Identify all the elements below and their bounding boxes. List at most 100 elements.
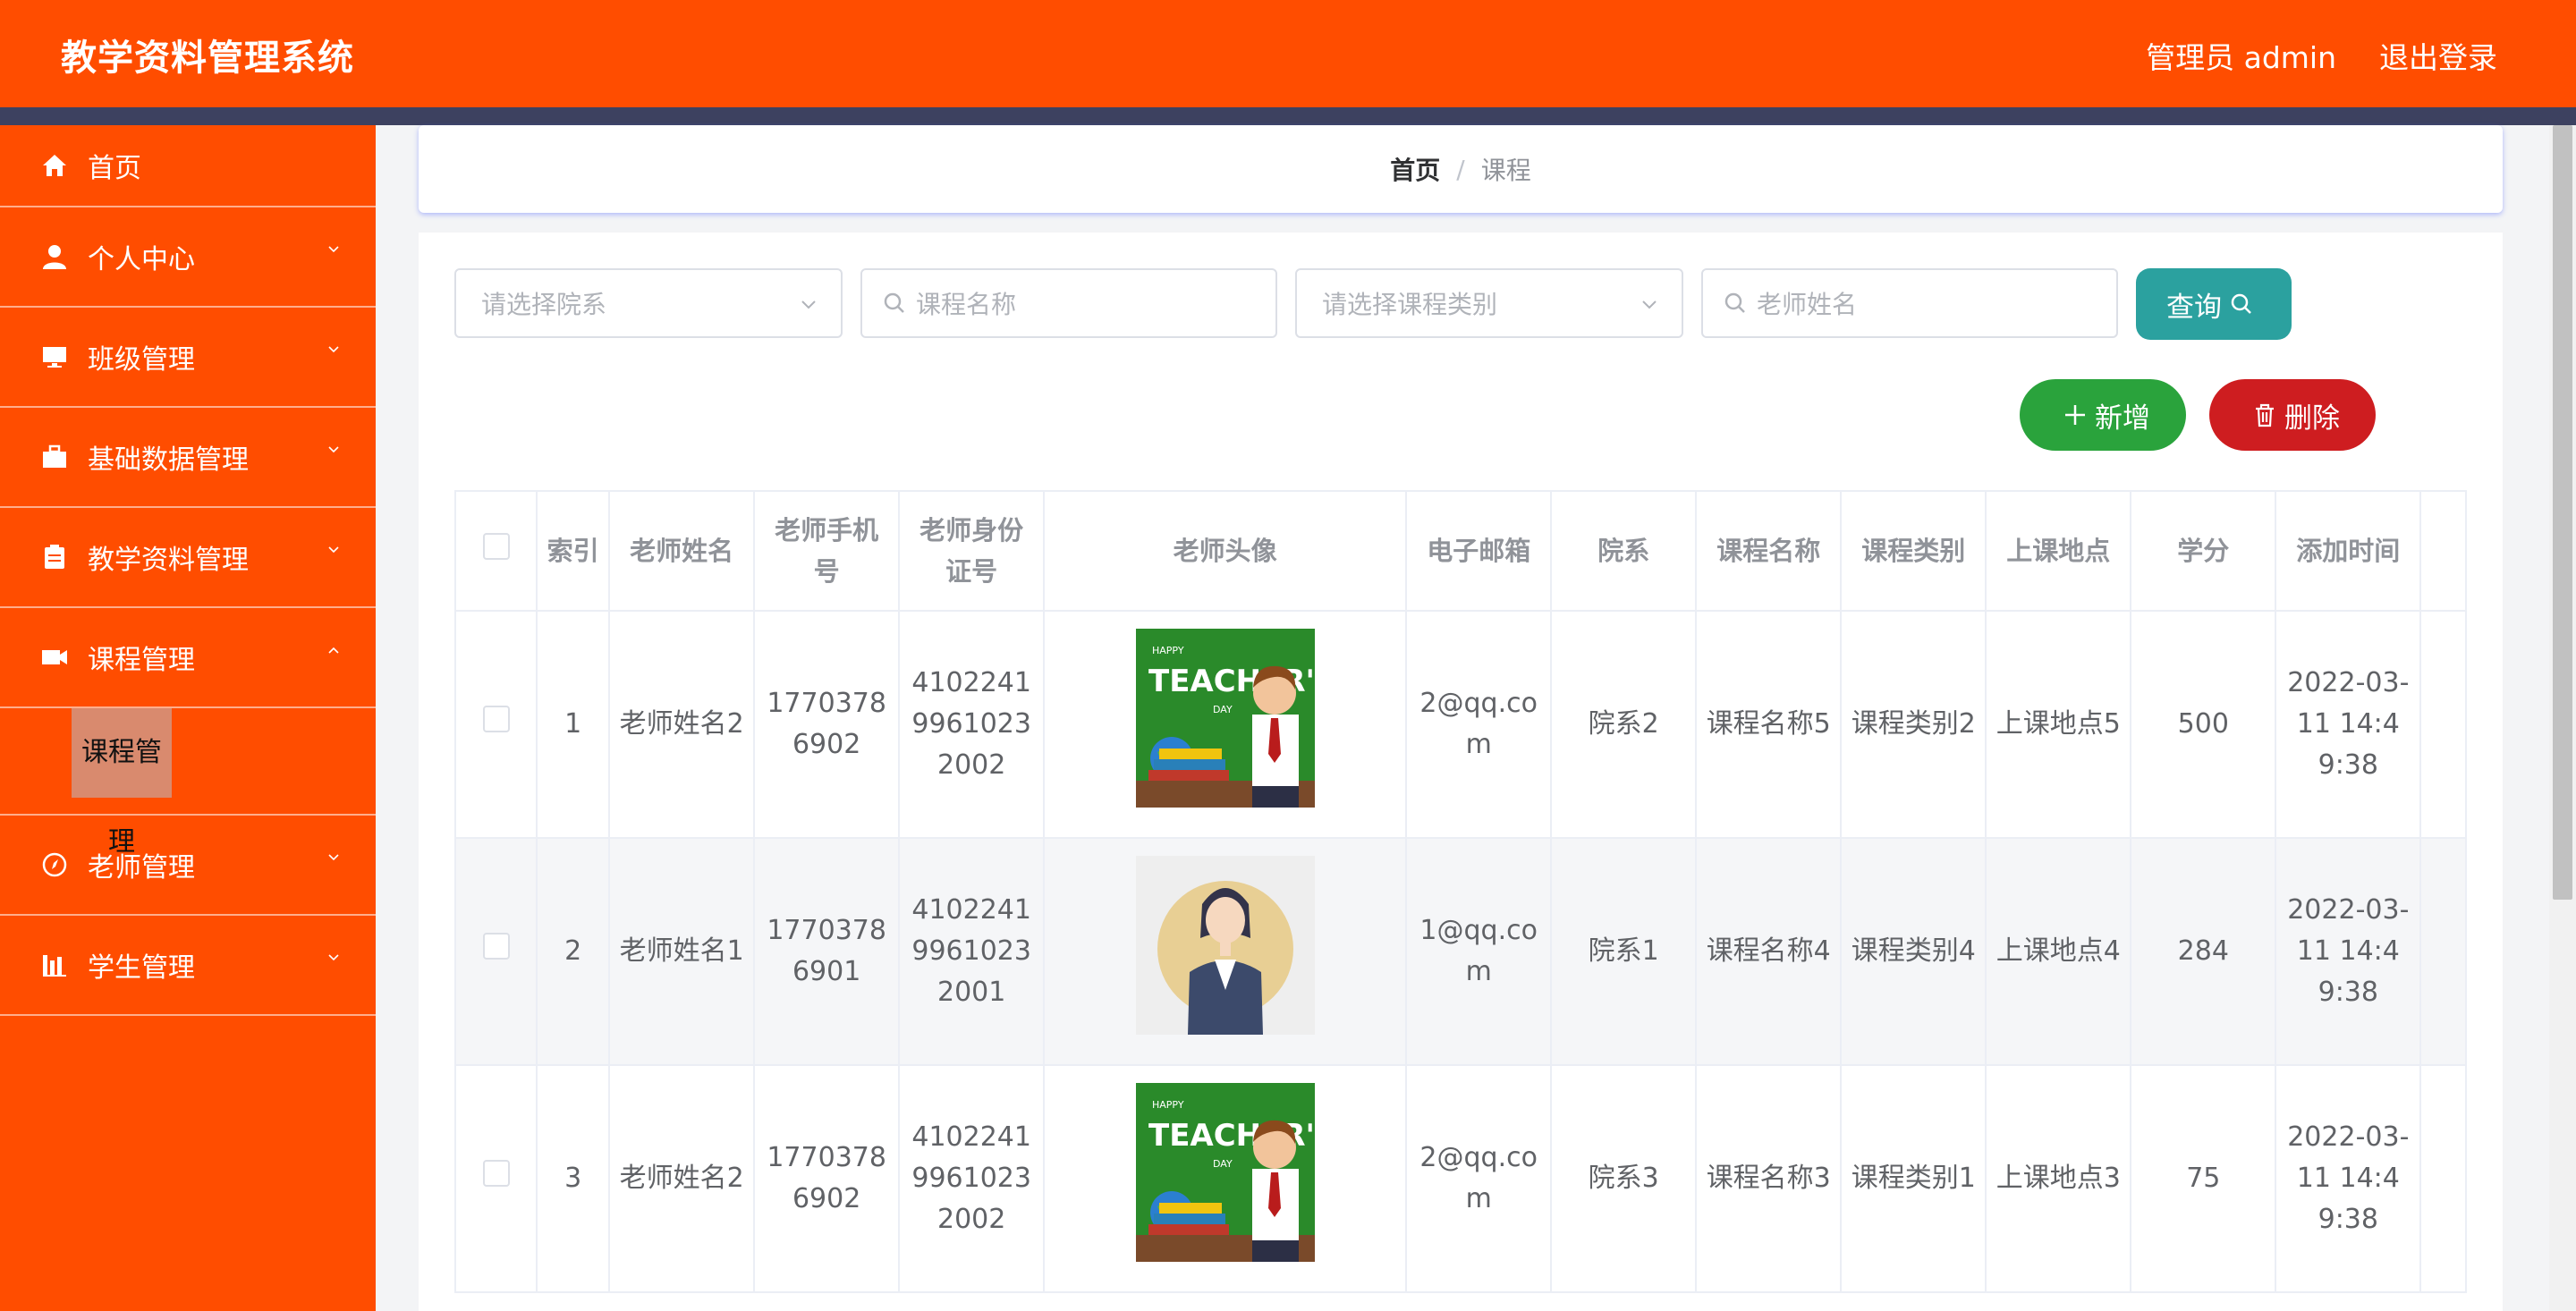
course-credit: 500	[2130, 610, 2277, 839]
teacher-name: 老师姓名2	[608, 610, 756, 839]
row-index: 3	[536, 1064, 611, 1293]
course-type: 课程类别1	[1840, 1064, 1987, 1293]
row-actions-cell	[2419, 610, 2467, 839]
sidebar-item-basic-data[interactable]: 基础数据管理	[0, 408, 376, 508]
sidebar-item-label: 个人中心	[88, 244, 195, 275]
chevron-down-icon	[328, 854, 339, 861]
teacher-name: 老师姓名2	[608, 1064, 756, 1293]
chevron-down-icon	[328, 954, 339, 961]
query-button-label: 查询	[2166, 291, 2222, 324]
breadcrumb-home[interactable]: 首页	[1390, 151, 1440, 187]
course-type-select[interactable]: 请选择课程类别	[1295, 268, 1683, 338]
added-time: 2022-03-11 14:49:38	[2275, 1064, 2422, 1293]
scrollbar-thumb[interactable]	[2553, 125, 2572, 900]
search-icon	[2231, 293, 2251, 314]
sidebar-item-label: 首页	[88, 153, 141, 184]
row-select-cell	[453, 837, 538, 1066]
teachers-day-avatar-image[interactable]: HAPPY TEACHER'S DAY	[1135, 1083, 1315, 1262]
delete-button-label: 删除	[2284, 402, 2340, 435]
department-select[interactable]: 请选择院系	[454, 268, 843, 338]
teacher-avatar-cell: HAPPY TEACHER'S DAY	[1043, 610, 1408, 839]
sidebar-item-class[interactable]: 班级管理	[0, 308, 376, 408]
table-row[interactable]: 1 老师姓名2 17703786902 410224199610232002 H…	[453, 610, 2467, 839]
sidebar-item-label: 基础数据管理	[88, 444, 249, 476]
teachers-day-avatar-image[interactable]: HAPPY TEACHER'S DAY	[1135, 629, 1315, 808]
chevron-down-icon	[328, 346, 339, 353]
delete-button[interactable]: 删除	[2209, 379, 2376, 451]
row-select-cell	[453, 610, 538, 839]
row-checkbox[interactable]	[482, 706, 510, 732]
teacher-email: 2@qq.com	[1405, 1064, 1553, 1293]
row-index: 1	[536, 610, 611, 839]
avatar-day-text: DAY	[1213, 704, 1233, 715]
column-header-actions	[2419, 490, 2467, 612]
table-row[interactable]: 2 老师姓名1 17703786901 410224199610232001 1…	[453, 837, 2467, 1066]
row-select-cell	[453, 1064, 538, 1293]
chevron-down-icon	[328, 446, 339, 453]
breadcrumb: 首页 / 课程	[419, 125, 2503, 213]
course-type: 课程类别4	[1840, 837, 1987, 1066]
sidebar-item-label: 学生管理	[88, 952, 195, 984]
sidebar-item-teaching-materials[interactable]: 教学资料管理	[0, 508, 376, 608]
course-location: 上课地点4	[1985, 837, 2132, 1066]
row-checkbox[interactable]	[482, 1160, 510, 1187]
breadcrumb-current: 课程	[1480, 156, 1531, 185]
chevron-down-icon	[801, 300, 816, 309]
submenu-item-course-management[interactable]: 课程管理	[72, 708, 172, 858]
briefcase-icon	[41, 444, 68, 470]
search-icon	[884, 292, 904, 313]
column-header: 电子邮箱	[1405, 490, 1553, 612]
course-type-select-placeholder: 请选择课程类别	[1322, 290, 1498, 319]
teacher-name-input[interactable]: 老师姓名	[1701, 268, 2118, 338]
chevron-down-icon	[328, 546, 339, 554]
teacher-name: 老师姓名1	[608, 837, 756, 1066]
sidebar-item-label: 课程管理	[88, 645, 195, 676]
sidebar-item-profile[interactable]: 个人中心	[0, 207, 376, 308]
row-checkbox[interactable]	[482, 933, 510, 960]
column-header: 老师手机号	[753, 490, 901, 612]
teacher-avatar-cell	[1043, 837, 1408, 1066]
home-icon	[41, 152, 68, 179]
course-submenu: 课程管理	[0, 708, 376, 858]
sidebar-item-teacher[interactable]: 老师管理	[0, 816, 376, 916]
teacher-avatar-cell: HAPPY TEACHER'S DAY	[1043, 1064, 1408, 1293]
course-name-placeholder: 课程名称	[916, 290, 1017, 319]
column-header: 上课地点	[1985, 490, 2132, 612]
add-button-label: 新增	[2095, 402, 2150, 435]
female-teacher-avatar-image[interactable]	[1135, 856, 1315, 1035]
chart-icon	[41, 952, 68, 978]
teacher-name-placeholder: 老师姓名	[1757, 290, 1858, 319]
clipboard-icon	[41, 544, 68, 571]
column-header: 添加时间	[2275, 490, 2422, 612]
added-time: 2022-03-11 14:49:38	[2275, 837, 2422, 1066]
add-button[interactable]: 新增	[2020, 379, 2186, 451]
sidebar-item-label: 班级管理	[88, 344, 195, 376]
course-credit: 284	[2130, 837, 2277, 1066]
teacher-id-card: 410224199610232002	[898, 610, 1046, 839]
row-index: 2	[536, 837, 611, 1066]
camera-icon	[41, 644, 68, 671]
sidebar-item-label: 老师管理	[88, 852, 195, 884]
table-row[interactable]: 3 老师姓名2 17703786902 410224199610232002 H…	[453, 1064, 2467, 1293]
logout-link[interactable]: 退出登录	[2379, 34, 2497, 77]
course-name-input[interactable]: 课程名称	[860, 268, 1277, 338]
teacher-id-card: 410224199610232001	[898, 837, 1046, 1066]
current-user-label[interactable]: 管理员 admin	[2146, 34, 2336, 77]
query-button[interactable]: 查询	[2136, 268, 2292, 340]
user-icon	[41, 243, 68, 270]
vertical-scrollbar[interactable]	[2549, 125, 2576, 1311]
column-header: 院系	[1550, 490, 1698, 612]
sidebar-item-student[interactable]: 学生管理	[0, 916, 376, 1016]
course-name: 课程名称4	[1695, 837, 1843, 1066]
course-table: 索引 老师姓名 老师手机号 老师身份证号 老师头像 电子邮箱 院系 课程名称 课…	[453, 490, 2467, 1293]
chevron-down-icon	[1642, 300, 1657, 309]
sidebar-item-course[interactable]: 课程管理	[0, 608, 376, 708]
course-location: 上课地点3	[1985, 1064, 2132, 1293]
column-header: 老师头像	[1043, 490, 1408, 612]
column-header: 索引	[536, 490, 611, 612]
teacher-email: 2@qq.com	[1405, 610, 1553, 839]
course-name: 课程名称3	[1695, 1064, 1843, 1293]
teacher-email: 1@qq.com	[1405, 837, 1553, 1066]
select-all-checkbox[interactable]	[482, 533, 510, 560]
sidebar-item-home[interactable]: 首页	[0, 125, 376, 207]
